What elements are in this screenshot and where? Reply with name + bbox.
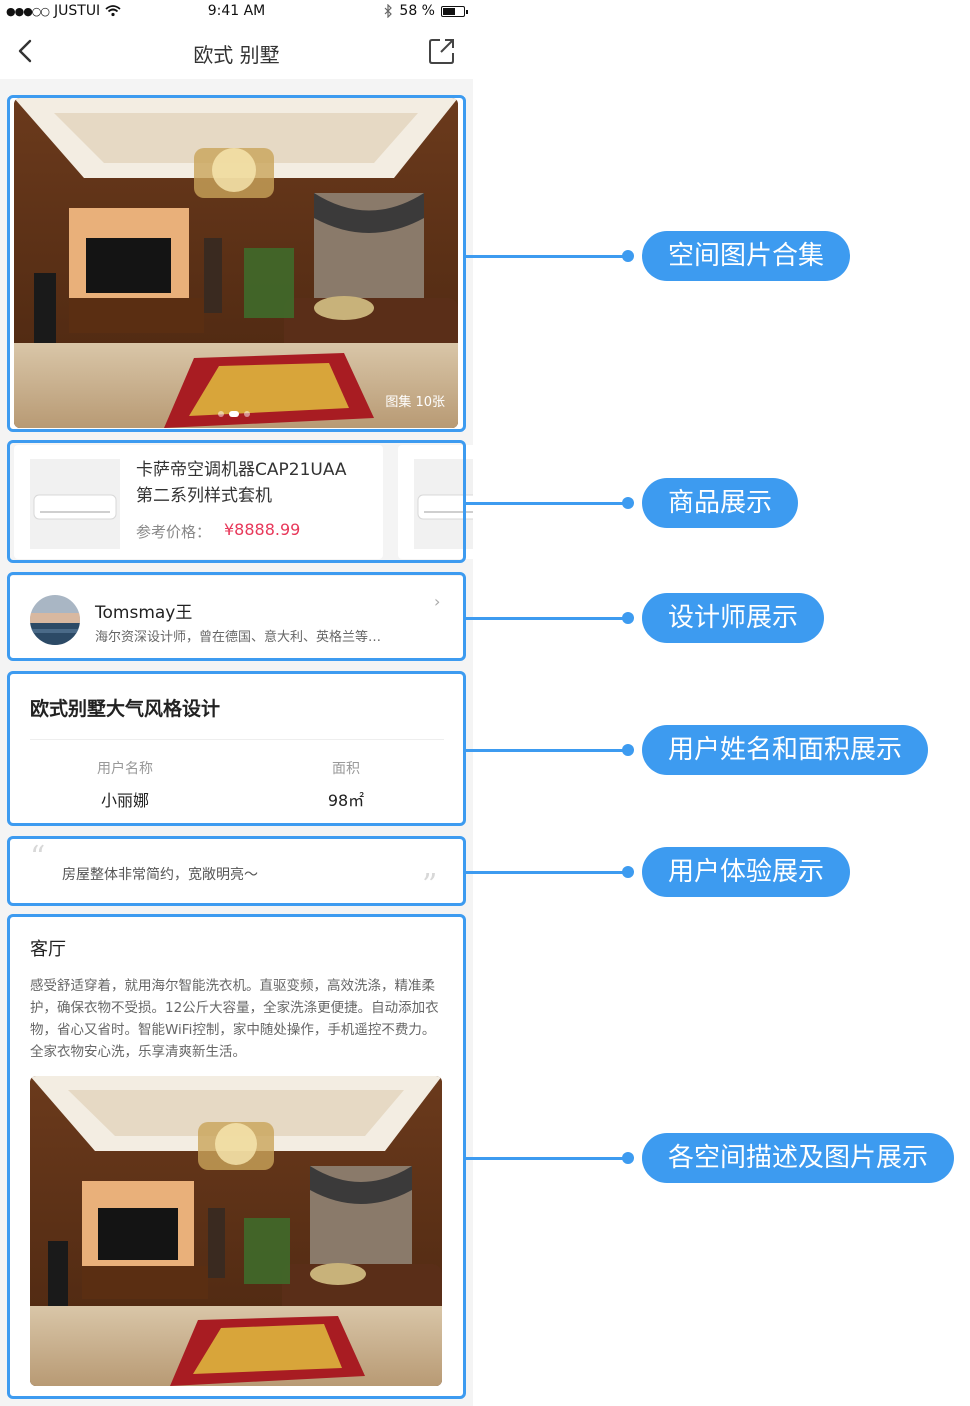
price-label: 参考价格：	[136, 523, 212, 541]
connector-dot	[622, 250, 634, 262]
gallery-count: 图集 10张	[385, 395, 445, 410]
annotation-experience: 用户体验展示	[642, 847, 851, 897]
product-card[interactable]: 卡萨帝空调机器CAP21UAA 第二系列样式套机 参考价格： ¥8888.99	[14, 445, 383, 559]
product-thumbnail	[30, 459, 120, 549]
annotation-gallery: 空间图片合集	[642, 231, 851, 281]
connector-line	[466, 1157, 628, 1160]
connector-dot	[622, 866, 634, 878]
room-title: 客厅	[30, 939, 66, 960]
product-card-next[interactable]	[398, 445, 473, 559]
project-title: 欧式别墅大气风格设计	[30, 698, 221, 720]
pager-dot-active	[229, 411, 239, 417]
gallery-pager	[218, 411, 250, 417]
connector-dot	[622, 1152, 634, 1164]
battery-percent: 58 %	[399, 3, 435, 19]
connector-dot	[622, 612, 634, 624]
annotation-designer: 设计师展示	[642, 593, 825, 643]
connector-dot	[622, 744, 634, 756]
connector-line	[466, 749, 628, 752]
open-quote-icon: “	[30, 840, 46, 875]
battery-icon	[441, 5, 468, 17]
chevron-right-icon: ›	[434, 592, 441, 611]
connector-line	[466, 617, 628, 620]
phone-screen: ●●●○○ JUSTUI 9:41 AM 58 % 欧式 别墅 图集 10张 卡…	[0, 0, 473, 1406]
area-label: 面积	[332, 761, 360, 777]
space-gallery-image[interactable]	[14, 98, 458, 428]
user-name-value: 小丽娜	[100, 791, 149, 810]
designer-description: 海尔资深设计师，曾在德国、意大利、英格兰等…	[95, 630, 382, 645]
user-name-label: 用户名称	[97, 761, 153, 777]
connector-line	[466, 871, 628, 874]
product-thumbnail	[414, 459, 473, 549]
area-value: 98㎡	[327, 791, 365, 810]
annotation-rooms: 各空间描述及图片展示	[642, 1133, 955, 1183]
bluetooth-icon	[384, 4, 393, 18]
connector-line	[466, 255, 628, 258]
share-icon[interactable]	[427, 36, 457, 66]
nav-bar: 欧式 别墅	[0, 24, 473, 79]
room-description: 感受舒适穿着，就用海尔智能洗衣机。直驱变频，高效洗涤，精准柔护，确保衣物不受损。…	[30, 978, 439, 1060]
divider	[30, 739, 444, 740]
page-title: 欧式 别墅	[193, 43, 280, 67]
product-price: ¥8888.99	[224, 520, 301, 539]
pager-dot	[244, 411, 250, 417]
review-text: 房屋整体非常简约，宽敞明亮～	[62, 867, 258, 883]
designer-avatar	[30, 595, 80, 645]
status-bar: ●●●○○ JUSTUI 9:41 AM 58 %	[0, 0, 473, 24]
close-quote-icon: ”	[422, 868, 438, 903]
annotation-user-area: 用户姓名和面积展示	[642, 725, 929, 775]
connector-line	[466, 502, 628, 505]
designer-name: Tomsmay王	[95, 603, 193, 623]
pager-dot	[218, 411, 224, 417]
annotation-products: 商品展示	[642, 478, 799, 528]
room-image[interactable]	[30, 1076, 442, 1386]
product-name-line1: 卡萨帝空调机器CAP21UAA	[136, 460, 347, 480]
connector-dot	[622, 497, 634, 509]
product-name-line2: 第二系列样式套机	[136, 486, 272, 506]
